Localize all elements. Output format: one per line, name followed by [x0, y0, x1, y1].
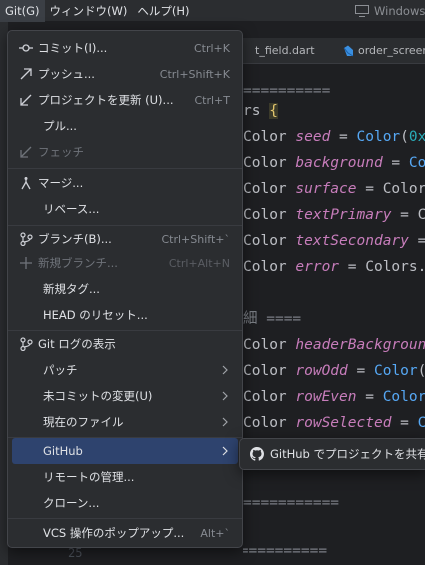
menu-item-github[interactable]: GitHub — [12, 438, 238, 464]
commit-icon — [19, 41, 33, 55]
dart-file-icon — [343, 45, 354, 57]
menu-item-clone[interactable]: クローン... — [12, 490, 238, 516]
menu-window[interactable]: ウィンドウ(W) — [45, 0, 133, 22]
code-line: Color error = Colors.rec — [243, 259, 425, 275]
menu-item-git-log[interactable]: Git ログの表示 — [12, 331, 238, 357]
code-line: Color background = Colo — [243, 155, 425, 171]
plus-icon — [19, 256, 33, 270]
menu-item-rebase[interactable]: リベース... — [12, 196, 238, 222]
monitor-icon — [355, 5, 369, 17]
code-line: Color seed = Color(0xFF — [243, 129, 425, 145]
line-number: 25 — [68, 546, 83, 560]
code-line: Color surface = Colors.w — [243, 181, 425, 197]
code-line: Color headerBackground — [243, 337, 425, 353]
code-text: rs — [243, 103, 270, 119]
code-line: rs { — [243, 98, 278, 124]
menu-help[interactable]: ヘルプ(H) — [132, 0, 194, 22]
menu-item-fetch[interactable]: フェッチ — [12, 139, 238, 165]
menubar: Git(G) ウィンドウ(W) ヘルプ(H) Windows — [0, 0, 425, 22]
menu-item-manage-remotes[interactable]: リモートの管理... — [12, 464, 238, 490]
tab-order-screen[interactable]: order_screen — [340, 38, 425, 64]
submenu-item-share-on-github[interactable]: GitHub でプロジェクトを共有 — [244, 442, 425, 466]
code-line: Color rowOdd = Color(0 — [243, 363, 425, 379]
tab-order-screen-label: order_screen — [358, 44, 425, 57]
menu-item-vcs-popup[interactable]: VCS 操作のポップアップ... Alt+` — [12, 520, 238, 546]
update-icon — [19, 93, 33, 107]
github-submenu: GitHub でプロジェクトを共有 — [239, 438, 425, 470]
menu-item-update-project[interactable]: プロジェクトを更新 (U)... Ctrl+T — [12, 87, 238, 113]
menu-item-pull[interactable]: プル... — [12, 113, 238, 139]
tab-text-field[interactable]: t_field.dart — [255, 38, 315, 64]
chevron-right-icon — [222, 417, 228, 427]
merge-icon — [19, 176, 33, 190]
menu-item-branches[interactable]: ブランチ(B)... Ctrl+Shift+` — [12, 226, 238, 252]
code-line: =========== — [243, 495, 340, 511]
menu-item-uncommitted-changes[interactable]: 未コミットの変更(U) — [12, 383, 238, 409]
menu-item-merge[interactable]: マージ... — [12, 170, 238, 196]
code-editor[interactable]: ========== rs { Color seed = Color(0xFF … — [243, 64, 425, 565]
code-line: Color textSecondary = C — [243, 233, 425, 249]
editor-tab-bar: t_field.dart order_screen — [243, 38, 425, 64]
github-icon — [250, 447, 264, 461]
chevron-right-icon — [222, 391, 228, 401]
menu-separator — [8, 518, 242, 519]
window-label: Windows — [374, 4, 425, 18]
branch-icon — [19, 232, 33, 246]
menu-item-current-file[interactable]: 現在のファイル — [12, 409, 238, 435]
menu-item-commit[interactable]: コミット(I)... Ctrl+K — [12, 35, 238, 61]
git-log-icon — [19, 337, 33, 351]
menu-item-reset-head[interactable]: HEAD のリセット... — [12, 302, 238, 328]
code-line: Color textPrimary = Colo — [243, 207, 425, 223]
window-title: Windows — [355, 0, 425, 22]
menu-item-push[interactable]: プッシュ... Ctrl+Shift+K — [12, 61, 238, 87]
brace-highlight: { — [269, 103, 278, 119]
chevron-right-icon — [222, 446, 228, 456]
code-line: Color rowSelected = Col — [243, 415, 425, 431]
code-line: Color rowEven = Color( — [243, 389, 425, 405]
fetch-icon — [19, 145, 33, 159]
git-menu: コミット(I)... Ctrl+K プッシュ... Ctrl+Shift+K プ… — [7, 30, 243, 548]
push-icon — [19, 67, 33, 81]
menu-item-new-branch[interactable]: 新規ブランチ... Ctrl+Alt+N — [12, 250, 238, 276]
menu-item-new-tag[interactable]: 新規タグ... — [12, 276, 238, 302]
chevron-right-icon — [222, 365, 228, 375]
menu-git[interactable]: Git(G) — [0, 0, 45, 22]
menu-item-patch[interactable]: パッチ — [12, 357, 238, 383]
menu-separator — [8, 168, 242, 169]
code-line: // =================== — [243, 543, 328, 559]
code-line: 細 ==== — [243, 311, 302, 327]
